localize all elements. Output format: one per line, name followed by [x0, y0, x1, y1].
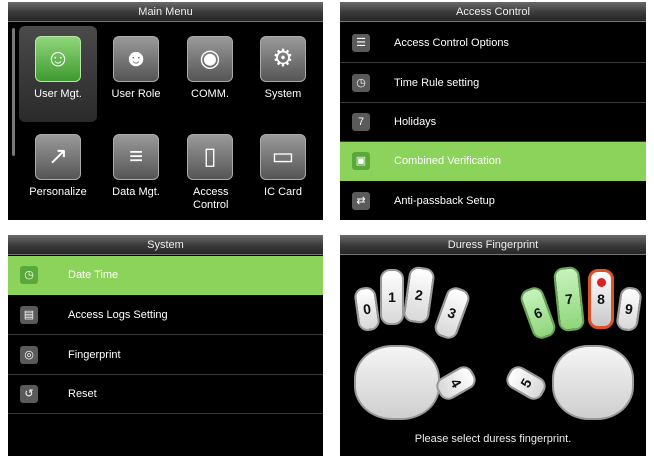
- tile-comm[interactable]: ◉ COMM.: [171, 26, 249, 122]
- main-menu-screen: Main Menu ☺ User Mgt. ☻ User Role ◉ COMM…: [8, 2, 323, 220]
- door-icon: ▯: [187, 134, 233, 180]
- locks-icon: ▣: [352, 152, 370, 170]
- right-palm: [552, 345, 634, 420]
- finger-0[interactable]: 0: [353, 285, 381, 333]
- tile-personalize[interactable]: ↗ Personalize: [19, 124, 97, 220]
- access-control-title: Access Control: [340, 2, 646, 22]
- list-item-date-time[interactable]: ◷ Date Time: [8, 256, 323, 295]
- list-item-reset[interactable]: ↺ Reset: [8, 375, 323, 414]
- server-icon: ≡: [113, 134, 159, 180]
- clock-icon: ◷: [20, 266, 38, 284]
- anti-passback-icon: ⇄: [352, 192, 370, 210]
- list-item-combined-verification[interactable]: ▣ Combined Verification: [340, 142, 646, 181]
- finger-4[interactable]: 4: [432, 362, 480, 404]
- tile-system[interactable]: ⚙ System: [244, 26, 322, 122]
- tile-user-role[interactable]: ☻ User Role: [97, 26, 175, 122]
- reset-icon: ↺: [20, 385, 38, 403]
- fingerprint-icon: ◎: [20, 346, 38, 364]
- finger-6[interactable]: 6: [517, 284, 559, 342]
- duress-hint: Please select duress fingerprint.: [414, 433, 572, 445]
- logs-icon: ▤: [20, 306, 38, 324]
- access-control-screen: Access Control ☰ Access Control Options …: [340, 2, 646, 220]
- options-icon: ☰: [352, 34, 370, 52]
- finger-7[interactable]: 7: [552, 265, 586, 333]
- list-item-access-control-options[interactable]: ☰ Access Control Options: [340, 24, 646, 63]
- system-screen: System ◷ Date Time ▤ Access Logs Setting…: [8, 235, 323, 456]
- finger-3[interactable]: 3: [431, 284, 473, 342]
- user-role-icon: ☻: [113, 36, 159, 82]
- tile-user-mgt[interactable]: ☺ User Mgt.: [19, 26, 97, 122]
- left-palm: [354, 345, 440, 420]
- list-item-time-rule[interactable]: ◷ Time Rule setting: [340, 64, 646, 103]
- list-item-access-logs-setting[interactable]: ▤ Access Logs Setting: [8, 296, 323, 335]
- menu-scrollbar[interactable]: [12, 28, 15, 156]
- list-item-fingerprint[interactable]: ◎ Fingerprint: [8, 336, 323, 375]
- finger-1[interactable]: 1: [380, 269, 404, 325]
- tile-access-control[interactable]: ▯ Access Control: [171, 124, 249, 220]
- user-edit-icon: ☺: [35, 36, 81, 82]
- finger-2[interactable]: 2: [402, 265, 436, 325]
- duress-fingerprint-screen: Duress Fingerprint 0 1 2 3 4 5 6 7 8 9 P…: [340, 235, 646, 456]
- clock-icon: ◷: [352, 74, 370, 92]
- main-menu-title: Main Menu: [8, 2, 323, 22]
- list-item-anti-passback[interactable]: ⇄ Anti-passback Setup: [340, 182, 646, 220]
- finger-8[interactable]: 8: [588, 269, 614, 329]
- finger-9[interactable]: 9: [615, 285, 643, 333]
- card-icon: ▭: [260, 134, 306, 180]
- wireless-icon: ◉: [187, 36, 233, 82]
- finger-5[interactable]: 5: [502, 362, 550, 404]
- tile-data-mgt[interactable]: ≡ Data Mgt.: [97, 124, 175, 220]
- system-title: System: [8, 235, 323, 255]
- duress-title: Duress Fingerprint: [340, 235, 646, 255]
- selected-dot: [597, 278, 606, 287]
- list-item-holidays[interactable]: 7 Holidays: [340, 103, 646, 142]
- gears-icon: ⚙: [260, 36, 306, 82]
- tile-ic-card[interactable]: ▭ IC Card: [244, 124, 322, 220]
- chart-icon: ↗: [35, 134, 81, 180]
- calendar-icon: 7: [352, 113, 370, 131]
